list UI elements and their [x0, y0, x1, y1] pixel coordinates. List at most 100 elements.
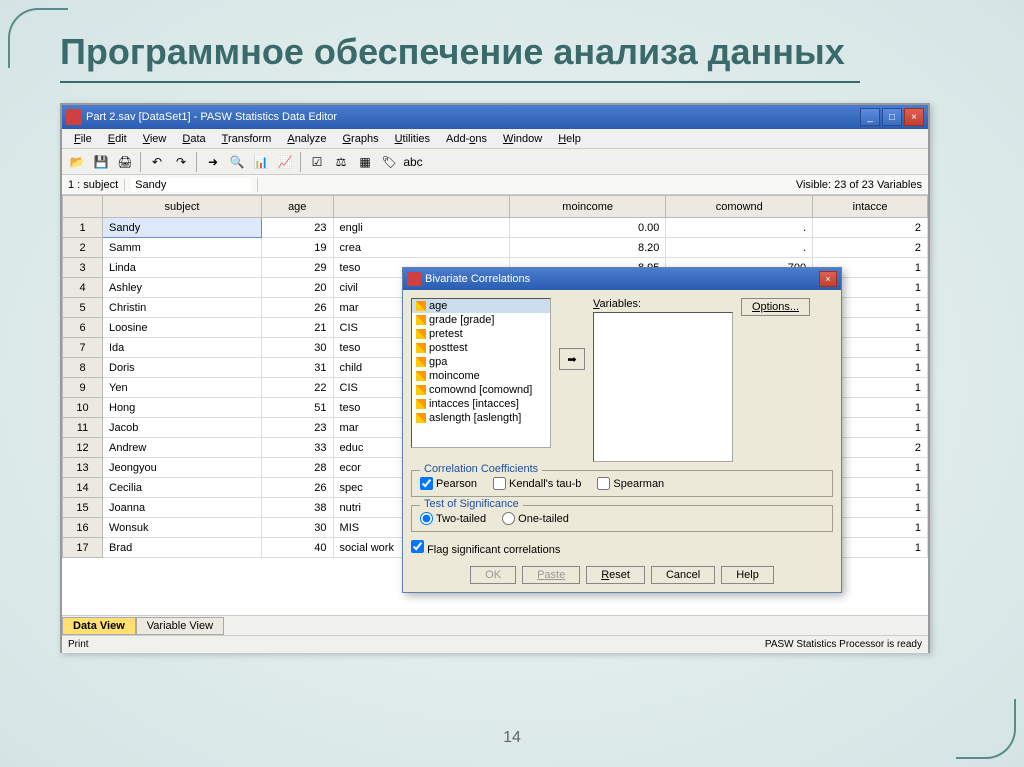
column-header[interactable]: intacce [813, 196, 928, 218]
one-tailed-radio[interactable]: One-tailed [502, 512, 569, 525]
cell[interactable]: Ashley [103, 278, 262, 298]
value-labels-icon[interactable]: 🏷 [378, 151, 400, 173]
menu-edit[interactable]: Edit [100, 131, 135, 147]
cell[interactable]: 29 [261, 258, 333, 278]
cell[interactable]: 26 [261, 298, 333, 318]
split-icon[interactable]: ▦ [354, 151, 376, 173]
row-header[interactable]: 14 [63, 478, 103, 498]
close-button[interactable]: × [904, 108, 924, 126]
tab-data-view[interactable]: Data View [62, 617, 136, 635]
cell[interactable]: 40 [261, 538, 333, 558]
cell[interactable]: 33 [261, 438, 333, 458]
print-icon[interactable]: 🖨 [114, 151, 136, 173]
goto-icon[interactable]: ➜ [202, 151, 224, 173]
column-header[interactable]: subject [103, 196, 262, 218]
cell[interactable]: engli [333, 218, 509, 238]
row-header[interactable]: 6 [63, 318, 103, 338]
ok-button[interactable]: OK [470, 566, 516, 584]
undo-icon[interactable]: ↶ [146, 151, 168, 173]
cell[interactable]: Andrew [103, 438, 262, 458]
list-item[interactable]: aslength [aslength] [412, 411, 550, 425]
cell[interactable]: 51 [261, 398, 333, 418]
cell[interactable]: 19 [261, 238, 333, 258]
cell[interactable]: 30 [261, 518, 333, 538]
cell[interactable]: 28 [261, 458, 333, 478]
options-button[interactable]: Options... [741, 298, 810, 316]
cell[interactable]: 30 [261, 338, 333, 358]
row-header[interactable]: 11 [63, 418, 103, 438]
list-item[interactable]: pretest [412, 327, 550, 341]
open-icon[interactable]: 📂 [66, 151, 88, 173]
weight-icon[interactable]: ⚖ [330, 151, 352, 173]
cell[interactable]: Ida [103, 338, 262, 358]
kendall-checkbox[interactable]: Kendall's tau-b [493, 477, 581, 490]
dialog-close-icon[interactable]: × [819, 271, 837, 287]
cell[interactable]: . [666, 218, 813, 238]
paste-button[interactable]: Paste [522, 566, 580, 584]
list-item[interactable]: grade [grade] [412, 313, 550, 327]
row-header[interactable]: 10 [63, 398, 103, 418]
cell[interactable]: 20 [261, 278, 333, 298]
cell[interactable]: 31 [261, 358, 333, 378]
list-item[interactable]: intacces [intacces] [412, 397, 550, 411]
pearson-checkbox[interactable]: Pearson [420, 477, 477, 490]
menu-addons[interactable]: Add-ons [438, 131, 495, 147]
cell[interactable]: Christin [103, 298, 262, 318]
cell[interactable]: Brad [103, 538, 262, 558]
cell-value-input[interactable] [131, 178, 251, 192]
target-variable-list[interactable] [593, 312, 733, 462]
cell[interactable]: Loosine [103, 318, 262, 338]
titlebar[interactable]: Part 2.sav [DataSet1] - PASW Statistics … [62, 105, 928, 129]
save-icon[interactable]: 💾 [90, 151, 112, 173]
column-header[interactable]: age [261, 196, 333, 218]
cell[interactable]: Hong [103, 398, 262, 418]
row-header[interactable]: 13 [63, 458, 103, 478]
cell[interactable]: 26 [261, 478, 333, 498]
row-header[interactable]: 1 [63, 218, 103, 238]
cancel-button[interactable]: Cancel [651, 566, 715, 584]
cell[interactable]: crea [333, 238, 509, 258]
menu-analyze[interactable]: Analyze [279, 131, 334, 147]
flag-checkbox[interactable]: Flag significant correlations [411, 544, 560, 556]
cell[interactable]: Jeongyou [103, 458, 262, 478]
menu-view[interactable]: View [135, 131, 175, 147]
move-right-button[interactable]: ➡ [559, 348, 585, 370]
vars-icon[interactable]: 📊 [250, 151, 272, 173]
source-variable-list[interactable]: agegrade [grade]pretestposttestgpamoinco… [411, 298, 551, 448]
list-item[interactable]: comownd [comownd] [412, 383, 550, 397]
row-header[interactable]: 7 [63, 338, 103, 358]
menu-utilities[interactable]: Utilities [387, 131, 438, 147]
cell[interactable]: Linda [103, 258, 262, 278]
list-item[interactable]: gpa [412, 355, 550, 369]
dialog-titlebar[interactable]: Bivariate Correlations × [403, 268, 841, 290]
minimize-button[interactable]: _ [860, 108, 880, 126]
cell[interactable]: 8.20 [509, 238, 665, 258]
column-header[interactable]: comownd [666, 196, 813, 218]
spearman-checkbox[interactable]: Spearman [597, 477, 664, 490]
menu-help[interactable]: Help [550, 131, 589, 147]
cell[interactable]: 2 [813, 238, 928, 258]
cell[interactable]: 22 [261, 378, 333, 398]
help-button[interactable]: Help [721, 566, 774, 584]
abc-icon[interactable]: abc [402, 151, 424, 173]
cell[interactable]: Cecilia [103, 478, 262, 498]
redo-icon[interactable]: ↷ [170, 151, 192, 173]
row-header[interactable]: 4 [63, 278, 103, 298]
cell[interactable]: . [666, 238, 813, 258]
row-header[interactable]: 12 [63, 438, 103, 458]
cell[interactable]: Sandy [103, 218, 262, 238]
cell[interactable]: Doris [103, 358, 262, 378]
row-header[interactable]: 15 [63, 498, 103, 518]
two-tailed-radio[interactable]: Two-tailed [420, 512, 486, 525]
row-header[interactable]: 8 [63, 358, 103, 378]
cell[interactable]: Yen [103, 378, 262, 398]
cell[interactable]: 23 [261, 218, 333, 238]
find-icon[interactable]: 🔍 [226, 151, 248, 173]
cell[interactable]: Wonsuk [103, 518, 262, 538]
cell[interactable]: Samm [103, 238, 262, 258]
menu-data[interactable]: Data [174, 131, 213, 147]
tab-variable-view[interactable]: Variable View [136, 617, 224, 635]
row-header[interactable]: 5 [63, 298, 103, 318]
cell[interactable]: Jacob [103, 418, 262, 438]
menu-graphs[interactable]: Graphs [334, 131, 386, 147]
